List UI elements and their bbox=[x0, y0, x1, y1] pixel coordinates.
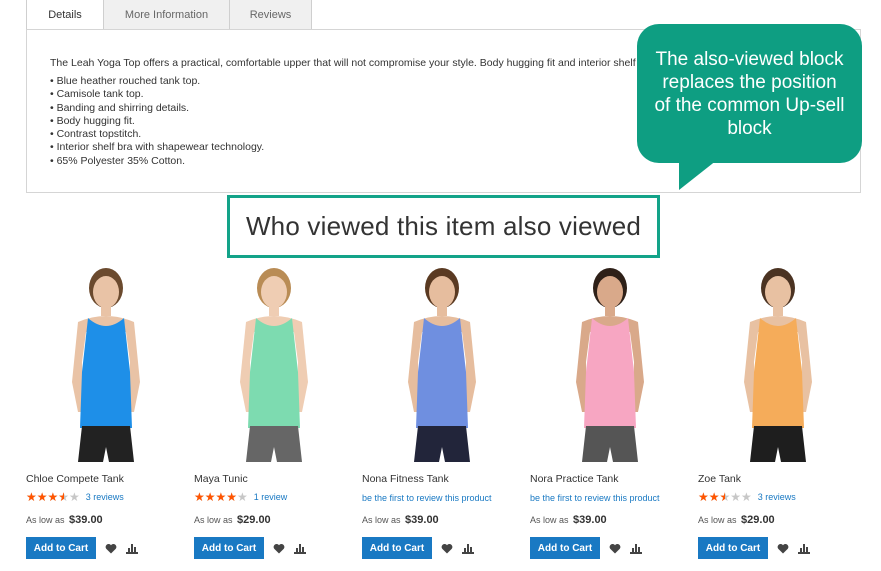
feature-item: Camisole tank top. bbox=[50, 88, 264, 101]
add-to-cart-button[interactable]: Add to Cart bbox=[362, 537, 432, 559]
product-image[interactable] bbox=[194, 262, 354, 466]
product-name[interactable]: Nora Practice Tank bbox=[530, 473, 619, 485]
rating-stars-icon: ★★★★★★★★★★ bbox=[194, 491, 248, 503]
product-name[interactable]: Nona Fitness Tank bbox=[362, 473, 449, 485]
product-price: As low as $29.00 bbox=[698, 514, 775, 526]
rating-stars-filled: ★★★★★ bbox=[194, 491, 238, 503]
wishlist-heart-icon[interactable] bbox=[105, 543, 117, 554]
product-photo-illustration bbox=[26, 262, 186, 466]
compare-chart-icon[interactable] bbox=[294, 543, 306, 554]
product-image[interactable] bbox=[26, 262, 186, 466]
callout-text: The also-viewed block replaces the posit… bbox=[654, 48, 845, 139]
section-heading: Who viewed this item also viewed bbox=[245, 211, 642, 241]
add-to-cart-button[interactable]: Add to Cart bbox=[194, 537, 264, 559]
product-price: As low as $39.00 bbox=[530, 514, 607, 526]
reviews-link[interactable]: 3 reviews bbox=[86, 492, 124, 502]
product-info-tabs: Details More Information Reviews bbox=[26, 0, 312, 30]
compare-chart-icon[interactable] bbox=[630, 543, 642, 554]
product-actions: Add to Cart bbox=[26, 537, 138, 559]
product-card[interactable]: Nora Practice Tank be the first to review… bbox=[530, 262, 692, 559]
tab-more-information[interactable]: More Information bbox=[103, 0, 229, 30]
compare-chart-icon[interactable] bbox=[126, 543, 138, 554]
product-card[interactable]: Maya Tunic ★★★★★★★★★★ 1 review As low as $2… bbox=[194, 262, 356, 559]
price-prefix: As low as bbox=[26, 515, 65, 525]
product-rating: ★★★★★★★★★★ 3 reviews bbox=[26, 491, 124, 503]
callout-tail bbox=[679, 160, 717, 190]
product-rating: ★★★★★★★★★★ 1 review bbox=[194, 491, 287, 503]
product-card[interactable]: Chloe Compete Tank ★★★★★★★★★★ 3 reviews As … bbox=[26, 262, 188, 559]
feature-item: Body hugging fit. bbox=[50, 115, 264, 128]
wishlist-heart-icon[interactable] bbox=[273, 543, 285, 554]
annotation-callout: The also-viewed block replaces the posit… bbox=[637, 24, 862, 163]
wishlist-heart-icon[interactable] bbox=[441, 543, 453, 554]
product-image[interactable] bbox=[698, 262, 858, 466]
product-price: As low as $29.00 bbox=[194, 514, 271, 526]
add-to-cart-button[interactable]: Add to Cart bbox=[698, 537, 768, 559]
reviews-link[interactable]: 3 reviews bbox=[758, 492, 796, 502]
feature-item: Interior shelf bra with shapewear techno… bbox=[50, 141, 265, 154]
price-prefix: As low as bbox=[362, 515, 401, 525]
price-value: $39.00 bbox=[69, 514, 103, 526]
wishlist-heart-icon[interactable] bbox=[609, 543, 621, 554]
product-description: The Leah Yoga Top offers a practical, co… bbox=[50, 57, 672, 69]
product-actions: Add to Cart bbox=[698, 537, 810, 559]
tab-reviews[interactable]: Reviews bbox=[229, 0, 312, 30]
product-actions: Add to Cart bbox=[194, 537, 306, 559]
price-value: $39.00 bbox=[405, 514, 439, 526]
product-actions: Add to Cart bbox=[362, 537, 474, 559]
rating-stars-icon: ★★★★★★★★★★ bbox=[26, 491, 80, 503]
rating-stars-filled: ★★★★★ bbox=[698, 491, 725, 503]
product-image[interactable] bbox=[530, 262, 690, 466]
wishlist-heart-icon[interactable] bbox=[777, 543, 789, 554]
price-prefix: As low as bbox=[698, 515, 737, 525]
product-photo-illustration bbox=[530, 262, 690, 466]
price-value: $39.00 bbox=[573, 514, 607, 526]
price-prefix: As low as bbox=[194, 515, 233, 525]
add-to-cart-button[interactable]: Add to Cart bbox=[26, 537, 96, 559]
product-card[interactable]: Nona Fitness Tank be the first to review … bbox=[362, 262, 524, 559]
reviews-link[interactable]: 1 review bbox=[254, 492, 288, 502]
price-prefix: As low as bbox=[530, 515, 569, 525]
product-card[interactable]: Zoe Tank ★★★★★★★★★★ 3 reviews As low as $29… bbox=[698, 262, 860, 559]
price-value: $29.00 bbox=[741, 514, 775, 526]
first-review-link[interactable]: be the first to review this product bbox=[362, 493, 492, 503]
also-viewed-heading-box: Who viewed this item also viewed bbox=[227, 195, 660, 258]
feature-item: Blue heather rouched tank top. bbox=[50, 75, 264, 88]
tab-details[interactable]: Details bbox=[26, 0, 103, 30]
product-image[interactable] bbox=[362, 262, 522, 466]
price-value: $29.00 bbox=[237, 514, 271, 526]
first-review-link[interactable]: be the first to review this product bbox=[530, 493, 660, 503]
product-actions: Add to Cart bbox=[530, 537, 642, 559]
product-photo-illustration bbox=[362, 262, 522, 466]
product-photo-illustration bbox=[194, 262, 354, 466]
product-price: As low as $39.00 bbox=[362, 514, 439, 526]
product-rating: ★★★★★★★★★★ 3 reviews bbox=[698, 491, 796, 503]
compare-chart-icon[interactable] bbox=[462, 543, 474, 554]
rating-stars-filled: ★★★★★ bbox=[26, 491, 64, 503]
product-name[interactable]: Chloe Compete Tank bbox=[26, 473, 124, 485]
feature-item: 65% Polyester 35% Cotton. bbox=[50, 155, 264, 168]
rating-stars-icon: ★★★★★★★★★★ bbox=[698, 491, 752, 503]
add-to-cart-button[interactable]: Add to Cart bbox=[530, 537, 600, 559]
compare-chart-icon[interactable] bbox=[798, 543, 810, 554]
feature-item: Contrast topstitch. bbox=[50, 128, 264, 141]
feature-list: Blue heather rouched tank top. Camisole … bbox=[50, 75, 265, 168]
product-name[interactable]: Maya Tunic bbox=[194, 473, 248, 485]
product-photo-illustration bbox=[698, 262, 858, 466]
product-name[interactable]: Zoe Tank bbox=[698, 473, 741, 485]
product-price: As low as $39.00 bbox=[26, 514, 103, 526]
feature-item: Banding and shirring details. bbox=[50, 102, 264, 115]
